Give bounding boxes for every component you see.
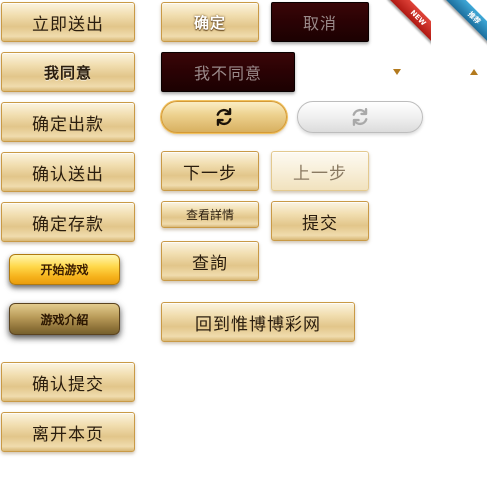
view-details-button[interactable]: 查看詳情 — [161, 201, 259, 228]
leave-page-label: 离开本页 — [32, 424, 104, 445]
new-ribbon: NEW — [385, 0, 431, 46]
confirm-withdraw-button[interactable]: 确定出款 — [1, 102, 135, 142]
disagree-label: 我不同意 — [193, 64, 262, 83]
game-intro-button[interactable]: 游戏介紹 — [9, 303, 120, 335]
disagree-button[interactable]: 我不同意 — [161, 52, 295, 92]
button-gallery: 立即送出 我同意 确定出款 确认送出 确定存款 开始游戏 游戏介紹 确认提交 离… — [0, 0, 500, 500]
next-step-button[interactable]: 下一步 — [161, 151, 259, 191]
agree-label: 我同意 — [43, 63, 92, 82]
recommend-ribbon-label: 推荐 — [444, 0, 487, 46]
back-to-site-button[interactable]: 回到惟博博彩网 — [161, 302, 355, 342]
submit-label: 提交 — [302, 213, 338, 234]
start-game-label: 开始游戏 — [40, 263, 89, 277]
refresh-button[interactable] — [161, 101, 287, 133]
confirm-submit-button[interactable]: 确认提交 — [1, 362, 135, 402]
query-button[interactable]: 查詢 — [161, 241, 259, 281]
confirm-deposit-label: 确定存款 — [32, 214, 104, 235]
confirm-send-label: 确认送出 — [32, 164, 104, 185]
prev-step-button[interactable]: 上一步 — [271, 151, 369, 191]
query-label: 查詢 — [192, 253, 228, 274]
caret-up-icon[interactable] — [470, 69, 478, 75]
submit-button[interactable]: 提交 — [271, 201, 369, 241]
caret-down-icon[interactable] — [393, 69, 401, 75]
start-game-button[interactable]: 开始游戏 — [9, 254, 120, 285]
confirm-withdraw-label: 确定出款 — [32, 114, 104, 135]
agree-button[interactable]: 我同意 — [1, 52, 135, 92]
prev-step-label: 上一步 — [293, 163, 347, 184]
view-details-label: 查看詳情 — [185, 208, 234, 222]
refresh-disabled-button[interactable] — [297, 101, 423, 133]
cancel-button[interactable]: 取消 — [271, 2, 369, 42]
confirm-deposit-button[interactable]: 确定存款 — [1, 202, 135, 242]
leave-page-button[interactable]: 离开本页 — [1, 412, 135, 452]
new-ribbon-label: NEW — [388, 0, 431, 46]
submit-now-label: 立即送出 — [32, 14, 104, 35]
next-step-label: 下一步 — [183, 163, 237, 184]
confirm-send-button[interactable]: 确认送出 — [1, 152, 135, 192]
cancel-label: 取消 — [302, 14, 337, 33]
submit-now-button[interactable]: 立即送出 — [1, 2, 135, 42]
refresh-icon — [352, 108, 368, 126]
recommend-ribbon: 推荐 — [441, 0, 487, 46]
game-intro-label: 游戏介紹 — [40, 312, 89, 327]
confirm-label: 确定 — [193, 13, 226, 32]
back-to-site-label: 回到惟博博彩网 — [195, 314, 321, 335]
refresh-icon — [216, 108, 232, 126]
confirm-button[interactable]: 确定 — [161, 2, 259, 42]
confirm-submit-label: 确认提交 — [32, 374, 104, 395]
